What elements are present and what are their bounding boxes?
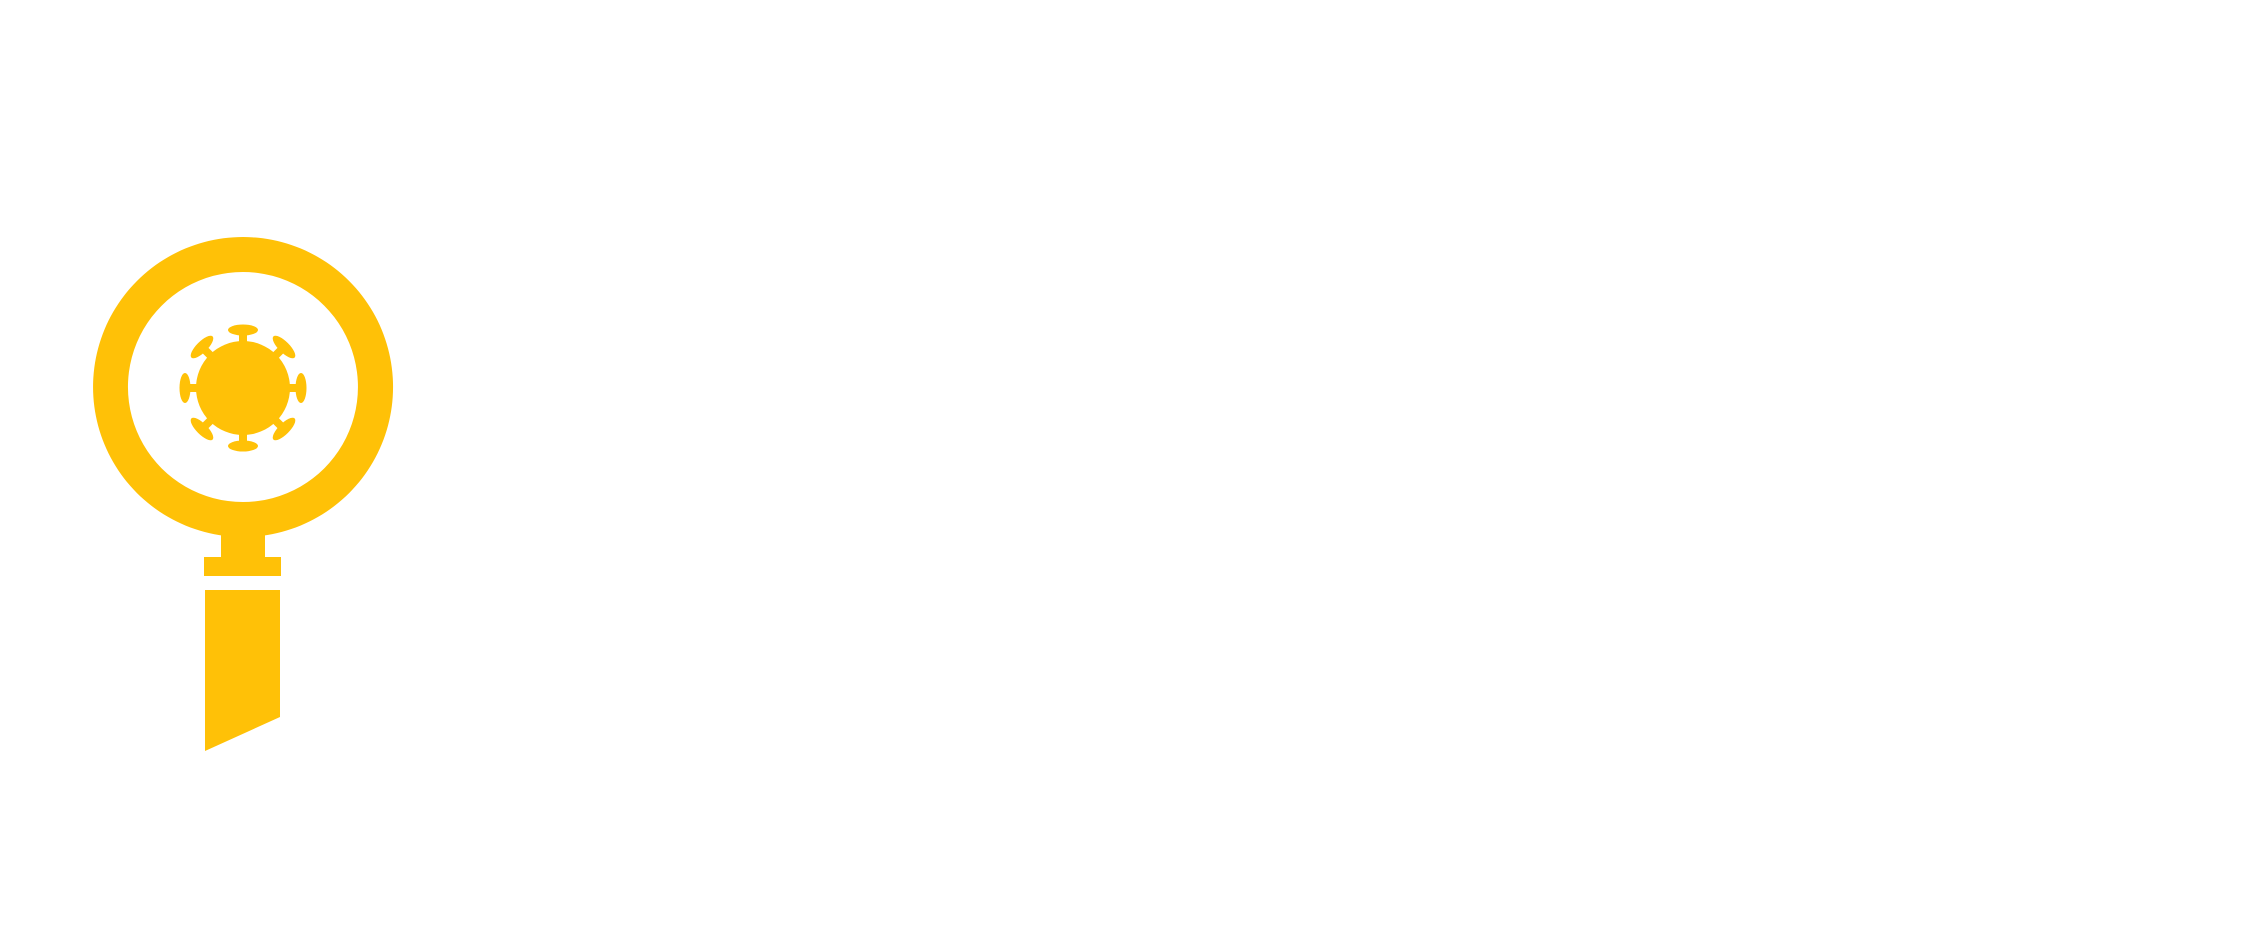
virus-icon <box>179 324 307 452</box>
magnifier-neck <box>221 522 265 558</box>
magnifier-handle <box>205 590 280 751</box>
magnifier-virus-icon <box>93 237 394 751</box>
splash-canvas <box>0 0 2250 938</box>
magnifier-collar <box>204 557 281 576</box>
